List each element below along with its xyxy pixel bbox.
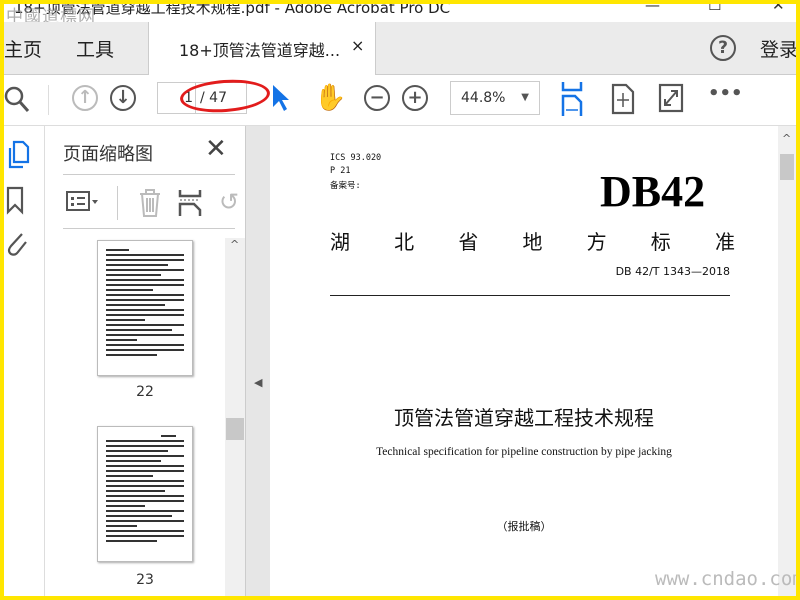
char: 准	[714, 230, 735, 254]
province-standard: 湖 北 省 地 方 标 准	[330, 226, 735, 255]
title-bar: 18+顶管法管道穿越工程技术规程.pdf - Adobe Acrobat Pro…	[0, 0, 800, 27]
thumbnail-page-22[interactable]	[97, 240, 193, 376]
more-tools-icon[interactable]: •••	[708, 83, 743, 104]
char: 北	[394, 230, 415, 254]
close-panel-icon[interactable]: ✕	[205, 134, 227, 164]
char: 标	[650, 230, 671, 254]
next-page-icon[interactable]: ↓	[110, 85, 136, 111]
document-status: （报批稿）	[496, 520, 552, 533]
ics-code: ICS 93.020	[330, 153, 382, 163]
chevron-down-icon: ▼	[521, 92, 529, 103]
tab-home[interactable]: 主页	[4, 35, 42, 62]
document-title-en: Technical specification for pipeline con…	[376, 446, 672, 458]
panel-scrollbar[interactable]: ^	[225, 238, 245, 600]
divider	[63, 228, 235, 229]
standard-code: DB 42/T 1343—2018	[615, 265, 730, 278]
scroll-thumb[interactable]	[226, 418, 244, 440]
delete-page-icon[interactable]	[137, 188, 163, 218]
zoom-value: 44.8%	[461, 90, 506, 106]
char: 方	[586, 230, 607, 254]
minimize-button[interactable]: —	[645, 0, 660, 14]
full-screen-icon[interactable]	[658, 83, 684, 113]
thumbnails-panel: 页面缩略图 ✕ ↺ 22 23 ^	[45, 126, 245, 600]
collapse-panel-handle[interactable]: ◀	[245, 126, 270, 600]
maximize-button[interactable]: ☐	[708, 0, 721, 14]
tab-tools[interactable]: 工具	[76, 35, 114, 62]
standard-logo: DB42	[600, 167, 706, 216]
tab-bar: 主页 工具 18+顶管法管道穿越... × ? 登录	[0, 22, 800, 75]
divider	[48, 85, 49, 115]
document-view: ICS 93.020 P 21 备案号: DB42 湖 北 省 地 方 标 准 …	[270, 126, 778, 600]
thumbnail-list: 22 23	[45, 234, 245, 600]
document-title-cn: 顶管法管道穿越工程技术规程	[394, 406, 654, 430]
left-rail	[0, 126, 45, 600]
fit-width-icon[interactable]	[561, 80, 585, 118]
insert-page-icon[interactable]	[177, 188, 205, 218]
fit-page-icon[interactable]	[611, 83, 635, 115]
scroll-thumb[interactable]	[780, 154, 794, 180]
tab-document-label: 18+顶管法管道穿越...	[179, 41, 341, 60]
bookmark-icon[interactable]	[6, 186, 26, 216]
help-icon[interactable]: ?	[710, 35, 736, 61]
tab-document[interactable]: 18+顶管法管道穿越... ×	[148, 22, 376, 75]
page-thumbnails-icon[interactable]	[6, 140, 30, 170]
document-scrollbar[interactable]: ^	[778, 126, 796, 600]
chevron-left-icon[interactable]: ◀	[254, 376, 262, 389]
p-code: P 21	[330, 166, 351, 176]
login-button[interactable]: 登录	[760, 35, 798, 62]
watermark-url: www.cndao.com	[655, 568, 800, 590]
zoom-select[interactable]: 44.8% ▼	[450, 81, 540, 115]
rotate-icon[interactable]: ↺	[219, 188, 239, 216]
zoom-out-icon[interactable]: −	[364, 85, 390, 111]
toolbar: ↑ ↓ 1 / 47 ✋ − + 44.8% ▼ •••	[0, 75, 800, 126]
close-window-button[interactable]: ✕	[772, 0, 785, 14]
char: 地	[522, 230, 543, 254]
search-icon[interactable]	[4, 85, 30, 113]
char: 省	[458, 230, 479, 254]
thumbnail-label: 23	[136, 572, 154, 588]
divider	[330, 295, 730, 296]
record-number: 备案号:	[330, 181, 361, 191]
thumbnail-label: 22	[136, 384, 154, 400]
thumbnail-page-23[interactable]	[97, 426, 193, 562]
char: 湖	[330, 230, 350, 254]
select-cursor-icon[interactable]	[270, 83, 290, 113]
hand-tool-icon[interactable]: ✋	[314, 83, 346, 113]
close-tab-icon[interactable]: ×	[351, 36, 364, 55]
panel-title: 页面缩略图	[63, 144, 153, 165]
attachment-icon[interactable]	[4, 228, 28, 258]
divider	[63, 174, 235, 175]
previous-page-icon[interactable]: ↑	[72, 85, 98, 111]
thumbnail-options-icon[interactable]	[65, 188, 105, 218]
divider	[117, 186, 118, 220]
zoom-in-icon[interactable]: +	[402, 85, 428, 111]
